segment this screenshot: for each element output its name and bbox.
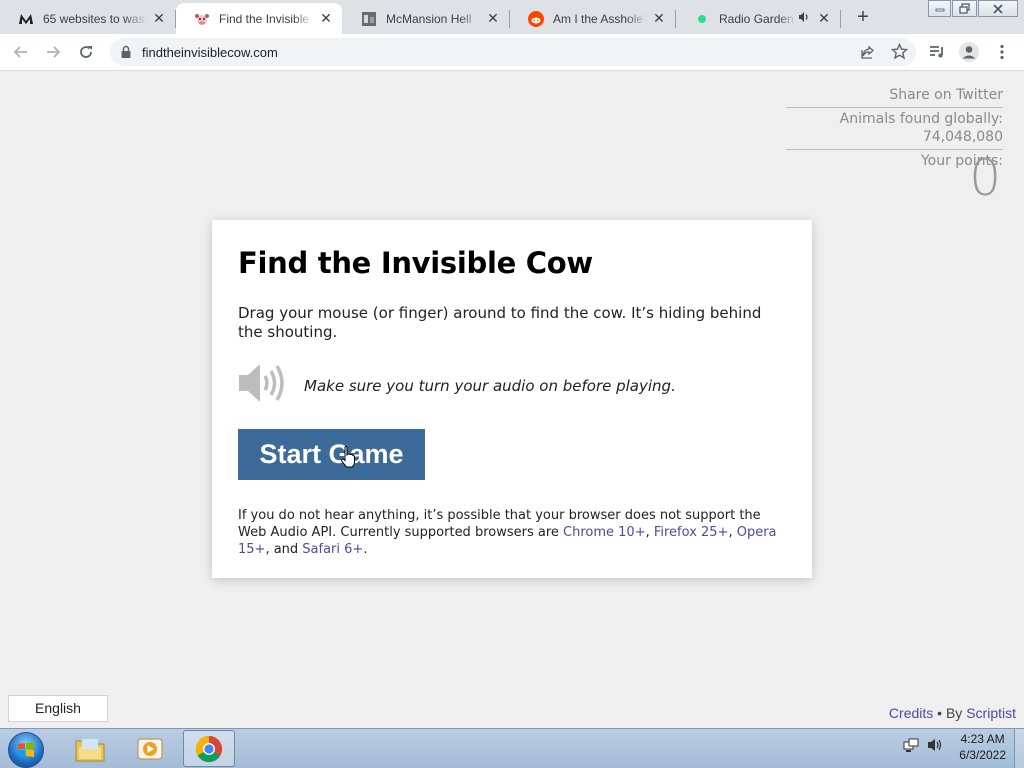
minimize-button[interactable] bbox=[928, 0, 951, 17]
reddit-icon bbox=[528, 10, 544, 27]
tab-title: Am I the Asshole? bbox=[553, 11, 647, 26]
folder-icon bbox=[75, 738, 105, 761]
tab-title: 65 websites to waste time bbox=[43, 11, 147, 26]
close-tab-icon[interactable]: ✕ bbox=[151, 10, 167, 27]
tab-radio-garden[interactable]: Radio Garden – ✕ bbox=[676, 3, 840, 34]
network-icon[interactable] bbox=[903, 737, 919, 758]
firefox-link[interactable]: Firefox 25+ bbox=[654, 525, 729, 540]
clock-time: 4:23 AM bbox=[960, 732, 1005, 746]
taskbar-media-player[interactable] bbox=[124, 730, 176, 767]
intro-card: Find the Invisible Cow Drag your mouse (… bbox=[212, 220, 812, 578]
browser-support-note: If you do not hear anything, it’s possib… bbox=[238, 507, 786, 558]
reload-icon bbox=[80, 46, 92, 58]
tab-mcmansion-hell[interactable]: McMansion Hell ✕ bbox=[343, 3, 509, 34]
cow-icon bbox=[194, 11, 210, 27]
reload-button[interactable] bbox=[74, 40, 98, 64]
media-controls-button[interactable] bbox=[925, 40, 949, 64]
audio-on-note: Make sure you turn your audio on before … bbox=[304, 376, 676, 395]
tab-am-i-the-asshole[interactable]: Am I the Asshole? ✕ bbox=[510, 3, 675, 34]
forward-arrow-icon bbox=[47, 46, 61, 58]
browser-menu-button[interactable] bbox=[990, 40, 1014, 64]
start-game-button[interactable]: Start Game bbox=[238, 429, 425, 480]
media-player-icon bbox=[137, 738, 163, 759]
audio-notice: Make sure you turn your audio on before … bbox=[238, 362, 786, 409]
windows-logo-icon bbox=[18, 742, 34, 757]
tab-title: McMansion Hell bbox=[386, 11, 472, 26]
speaker-volume-icon bbox=[238, 362, 288, 409]
restore-button[interactable] bbox=[952, 0, 977, 17]
medium-icon bbox=[18, 11, 34, 27]
playlist-music-icon bbox=[930, 46, 943, 58]
by-separator: • By bbox=[933, 705, 967, 721]
chrome-link[interactable]: Chrome 10+ bbox=[563, 525, 646, 540]
system-tray: 4:23 AM 6/3/2022 bbox=[903, 731, 1006, 763]
share-on-twitter-link[interactable]: Share on Twitter bbox=[786, 84, 1003, 108]
animals-found-counter: Animals found globally: 74,048,080 bbox=[786, 108, 1003, 150]
points-value: 0 bbox=[969, 149, 1001, 207]
author-link[interactable]: Scriptist bbox=[966, 705, 1016, 721]
lock-icon[interactable] bbox=[120, 45, 132, 64]
close-tab-icon[interactable]: ✕ bbox=[816, 10, 832, 27]
support-comma: , bbox=[645, 525, 654, 540]
url-text: findtheinvisiblecow.com bbox=[142, 45, 278, 60]
chrome-icon bbox=[195, 735, 223, 762]
browser-toolbar: findtheinvisiblecow.com bbox=[0, 34, 1024, 71]
close-tab-icon[interactable]: ✕ bbox=[651, 10, 667, 27]
tab-title: Radio Garden – bbox=[719, 11, 796, 26]
clock-date: 6/3/2022 bbox=[959, 748, 1006, 762]
close-window-button[interactable] bbox=[978, 0, 1018, 17]
forward-button[interactable] bbox=[41, 40, 65, 64]
windows-taskbar: 4:23 AM 6/3/2022 bbox=[0, 728, 1024, 768]
radio-garden-icon bbox=[694, 11, 710, 27]
instructions-text: Drag your mouse (or finger) around to fi… bbox=[238, 304, 762, 341]
taskbar-chrome[interactable] bbox=[183, 730, 235, 767]
tab-separator bbox=[840, 10, 841, 28]
tab-65-websites[interactable]: 65 websites to waste time ✕ bbox=[0, 3, 175, 34]
tab-find-invisible-cow[interactable]: Find the Invisible Cow ✕ bbox=[176, 3, 342, 34]
support-and: , and bbox=[265, 542, 303, 557]
tab-title: Find the Invisible Cow bbox=[219, 11, 314, 26]
back-arrow-icon bbox=[13, 46, 27, 58]
volume-icon[interactable] bbox=[927, 737, 943, 758]
tab-audio-playing-icon[interactable] bbox=[798, 11, 812, 26]
credits-link[interactable]: Credits bbox=[889, 705, 933, 721]
bookmark-star-icon[interactable] bbox=[890, 42, 909, 65]
hand-pointer-cursor-icon bbox=[340, 445, 356, 473]
close-tab-icon[interactable]: ✕ bbox=[485, 10, 501, 27]
show-desktop-button[interactable] bbox=[1014, 729, 1024, 768]
footer-credits: Credits • By Scriptist bbox=[889, 705, 1016, 721]
address-bar[interactable]: findtheinvisiblecow.com bbox=[110, 38, 916, 66]
start-button[interactable] bbox=[8, 732, 44, 768]
safari-link[interactable]: Safari 6+ bbox=[302, 542, 363, 557]
tab-strip: 65 websites to waste time ✕ Find the Inv… bbox=[0, 0, 1024, 34]
support-period: . bbox=[363, 542, 368, 557]
back-button[interactable] bbox=[9, 40, 33, 64]
taskbar-explorer[interactable] bbox=[64, 730, 116, 767]
new-tab-button[interactable]: + bbox=[852, 7, 874, 28]
kebab-menu-icon bbox=[1000, 44, 1004, 60]
support-comma: , bbox=[728, 525, 737, 540]
page-title: Find the Invisible Cow bbox=[238, 246, 593, 280]
clock[interactable]: 4:23 AM 6/3/2022 bbox=[959, 731, 1006, 763]
language-selector[interactable]: English bbox=[8, 695, 108, 722]
close-tab-icon[interactable]: ✕ bbox=[318, 10, 334, 27]
share-page-icon[interactable] bbox=[860, 44, 876, 65]
profile-button[interactable] bbox=[957, 40, 981, 64]
mcmansion-icon bbox=[361, 11, 377, 27]
profile-avatar-icon bbox=[959, 42, 979, 62]
